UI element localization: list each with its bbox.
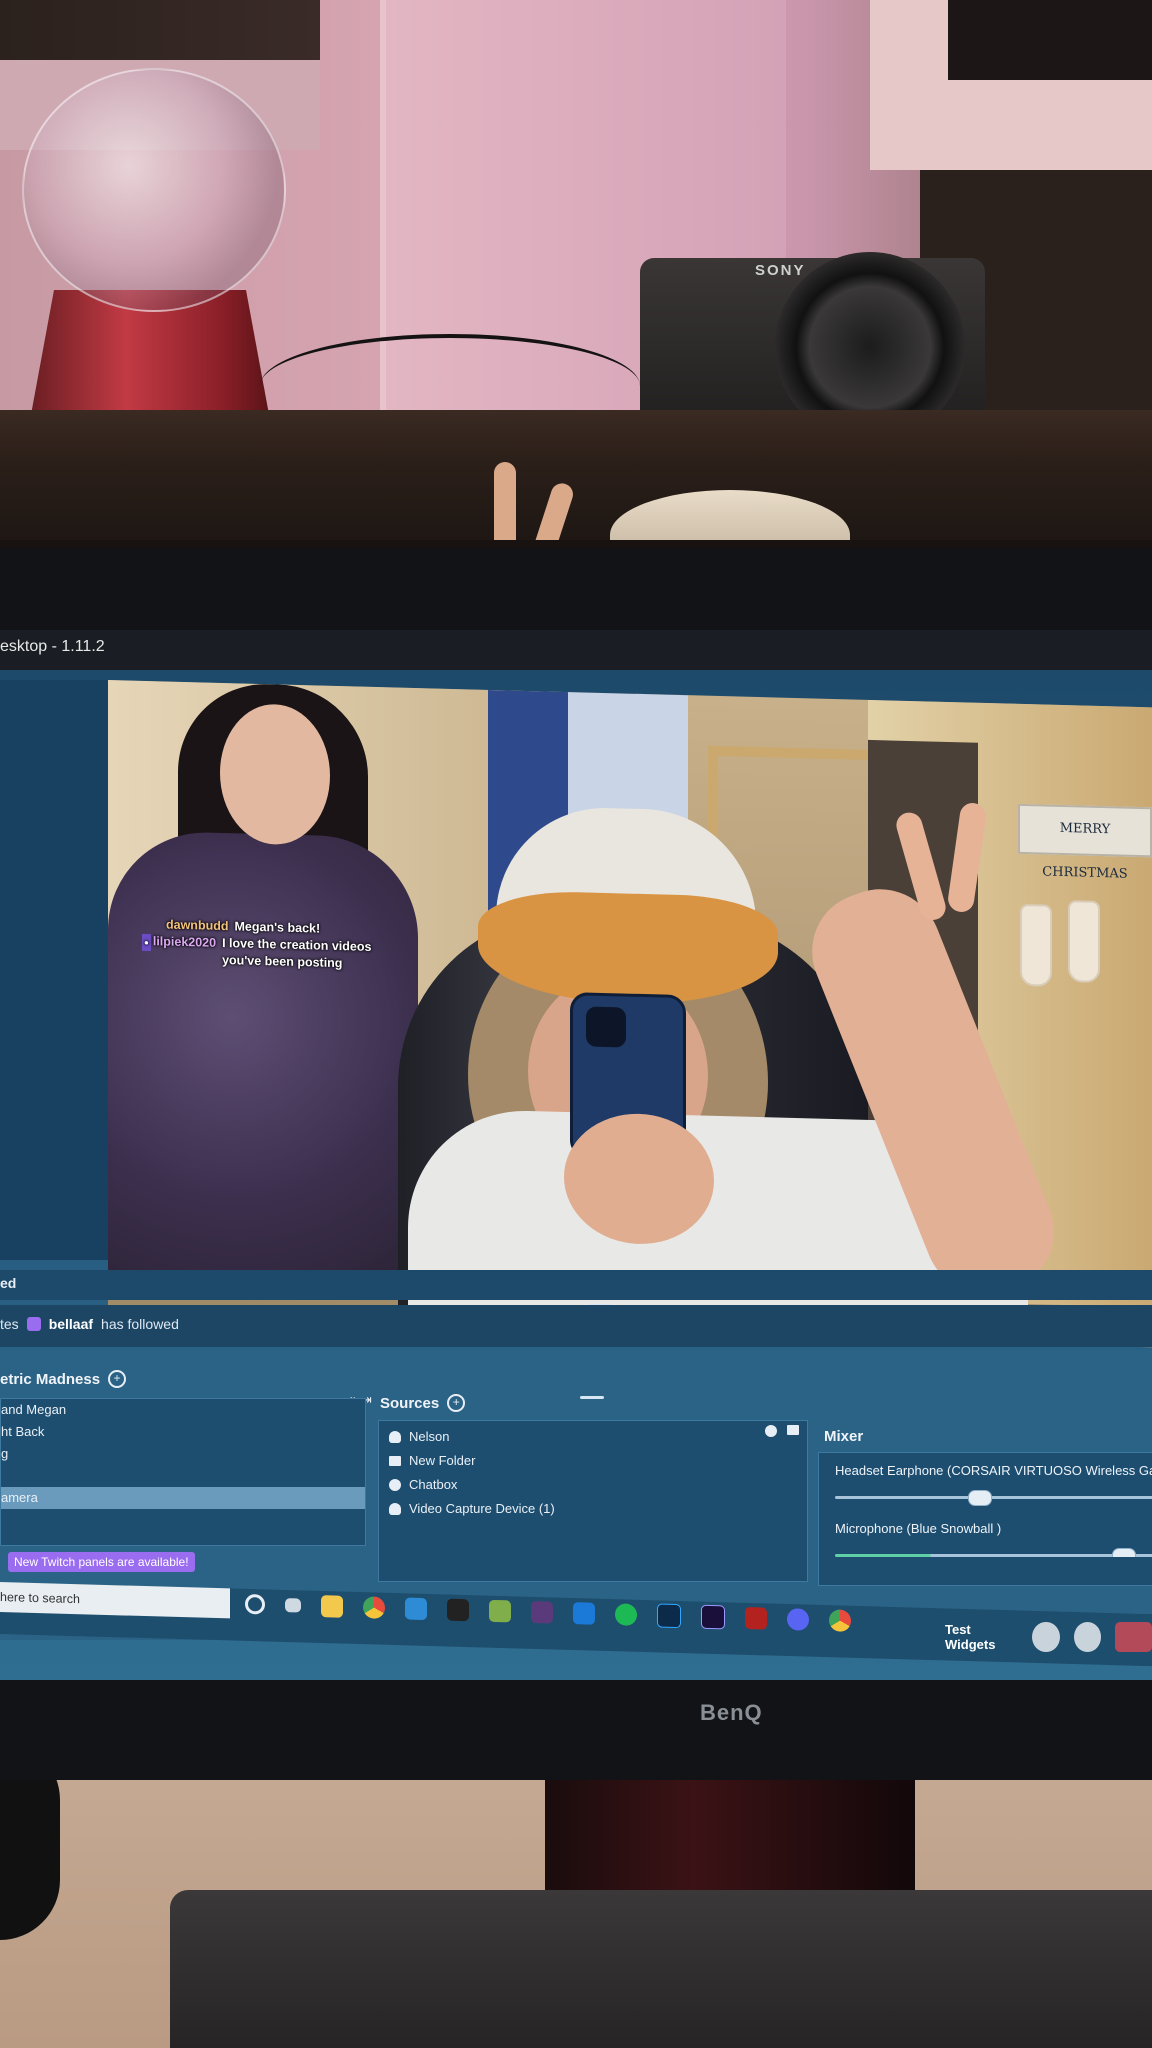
keyboard xyxy=(170,1890,1152,2048)
minecraft-icon[interactable] xyxy=(489,1599,511,1623)
outlook-icon[interactable] xyxy=(573,1602,595,1625)
test-widgets-label[interactable]: Test Widgets xyxy=(945,1622,1018,1652)
event-prefix: tes xyxy=(0,1316,19,1332)
mixer-track-name: Headset Earphone (CORSAIR VIRTUOSO Wirel… xyxy=(835,1463,1152,1478)
chat-icon xyxy=(389,1479,401,1491)
photoshop-icon[interactable] xyxy=(657,1603,681,1629)
taskbar-search-input[interactable]: here to search xyxy=(0,1582,230,1619)
source-item[interactable]: Video Capture Device (1) xyxy=(389,1497,807,1521)
sources-title: Sources xyxy=(380,1394,440,1412)
glass-globe-lamp xyxy=(22,68,286,312)
source-item[interactable]: Chatbox xyxy=(389,1473,807,1497)
user-icon xyxy=(389,1503,401,1515)
mixer-header: Mixer xyxy=(824,1428,863,1446)
premiere-icon[interactable] xyxy=(701,1604,725,1630)
event-action: has followed xyxy=(101,1316,179,1332)
mixer-volume-slider[interactable] xyxy=(835,1548,1152,1557)
monitor-brand-logo: BenQ xyxy=(700,1700,763,1725)
scene-item-selected[interactable]: amera xyxy=(1,1487,365,1509)
spotify-icon[interactable] xyxy=(615,1603,637,1626)
app-titlebar xyxy=(0,630,1152,670)
scene-item[interactable] xyxy=(1,1465,365,1487)
chat-text: I love the creation videos you've been p… xyxy=(222,935,372,971)
add-scene-icon[interactable]: + xyxy=(108,1370,127,1388)
stocking-1 xyxy=(1020,903,1052,987)
chrome-icon[interactable] xyxy=(363,1596,385,1619)
volume-knob[interactable] xyxy=(968,1490,992,1506)
user-icon xyxy=(389,1431,401,1443)
add-source-icon[interactable]: + xyxy=(447,1394,466,1412)
task-view-icon[interactable] xyxy=(285,1598,301,1613)
volume-knob[interactable] xyxy=(1112,1548,1136,1557)
test-widgets-area: Test Widgets xyxy=(945,1622,1152,1652)
add-folder-icon[interactable] xyxy=(787,1425,799,1435)
source-label: Video Capture Device (1) xyxy=(409,1501,555,1516)
go-live-button[interactable] xyxy=(1115,1622,1152,1652)
sub-badge-icon: ● xyxy=(142,933,151,952)
window-glass xyxy=(948,0,1152,80)
dock-divider-handle[interactable] xyxy=(580,1396,604,1399)
scene-header-strip xyxy=(0,1270,1152,1300)
event-username: bellaaf xyxy=(48,1316,94,1332)
vegas-icon[interactable] xyxy=(531,1600,553,1624)
stocking-2 xyxy=(1068,900,1100,983)
folder-icon xyxy=(389,1456,401,1466)
scene-item[interactable]: g xyxy=(1,1443,365,1465)
store-icon[interactable] xyxy=(405,1597,427,1621)
sources-list: Nelson New Folder Chatbox Video Capture … xyxy=(378,1420,808,1582)
discord-icon[interactable] xyxy=(787,1608,809,1631)
twitch-panels-notice[interactable]: New Twitch panels are available! xyxy=(8,1552,195,1572)
merry-christmas-sign: MERRY CHRISTMAS xyxy=(1018,803,1152,882)
source-label: New Folder xyxy=(409,1453,476,1468)
chrome-icon-2[interactable] xyxy=(829,1609,851,1632)
source-item[interactable]: New Folder xyxy=(389,1449,807,1473)
cortana-icon[interactable] xyxy=(245,1594,265,1615)
left-dock-strip xyxy=(0,680,108,1260)
phone-camera-icon xyxy=(586,1006,626,1048)
refresh-icon[interactable] xyxy=(1073,1622,1102,1652)
audio-source-icon[interactable] xyxy=(765,1425,777,1437)
scene-header-label: ed xyxy=(0,1275,17,1291)
scenes-title: etric Madness xyxy=(0,1370,101,1388)
source-label: Nelson xyxy=(409,1429,450,1444)
scene-item[interactable]: and Megan xyxy=(1,1399,365,1421)
illustrator-icon[interactable] xyxy=(745,1606,767,1630)
sources-header: Sources + xyxy=(380,1394,466,1412)
green-screen-girl-shirt xyxy=(108,830,418,1299)
scenes-list: and Megan ht Back g amera xyxy=(0,1398,366,1546)
stream-preview[interactable]: MERRY CHRISTMAS dawnbudd Megan's back! ●… xyxy=(108,680,1152,1348)
mixer-track-name: Microphone (Blue Snowball ) xyxy=(835,1521,1002,1536)
chat-username: ● lilpiek2020 xyxy=(108,932,216,969)
chat-username-text: lilpiek2020 xyxy=(152,934,217,950)
record-icon[interactable] xyxy=(1032,1622,1060,1652)
mixer-title: Mixer xyxy=(824,1428,864,1445)
source-label: Chatbox xyxy=(409,1477,458,1492)
app-title: esktop - 1.11.2 xyxy=(0,638,105,655)
mixer-panel: Headset Earphone (CORSAIR VIRTUOSO Wirel… xyxy=(818,1452,1152,1586)
source-item[interactable]: Nelson xyxy=(389,1425,807,1449)
chat-overlay: dawnbudd Megan's back! ● lilpiek2020 I lo… xyxy=(108,915,428,974)
scenes-header: etric Madness + xyxy=(0,1370,127,1388)
epic-games-icon[interactable] xyxy=(447,1598,469,1622)
follow-event: tes bellaaf has followed xyxy=(0,1316,179,1332)
mixer-volume-slider[interactable] xyxy=(835,1490,1152,1506)
camera-brand-text: SONY xyxy=(755,262,806,279)
file-explorer-icon[interactable] xyxy=(321,1595,343,1618)
source-tools xyxy=(765,1425,799,1437)
twitch-icon xyxy=(26,1317,41,1331)
scene-item[interactable]: ht Back xyxy=(1,1421,365,1443)
